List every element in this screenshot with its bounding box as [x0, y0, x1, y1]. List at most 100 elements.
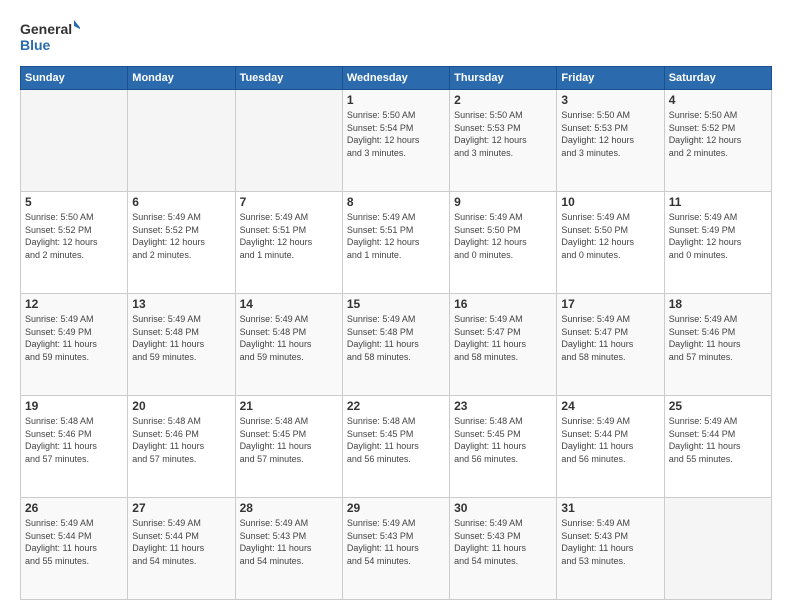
calendar-day-cell: 27 Sunrise: 5:49 AM Sunset: 5:44 PM Dayli…	[128, 498, 235, 600]
calendar-week-row: 1 Sunrise: 5:50 AM Sunset: 5:54 PM Daylig…	[21, 90, 772, 192]
weekday-header-cell: Wednesday	[342, 67, 449, 90]
calendar-day-cell: 7Sunrise: 5:49 AM Sunset: 5:51 PM Daylig…	[235, 192, 342, 294]
day-number: 26	[25, 501, 123, 515]
weekday-header-row: SundayMondayTuesdayWednesdayThursdayFrid…	[21, 67, 772, 90]
calendar-day-cell: 12 Sunrise: 5:49 AM Sunset: 5:49 PM Dayli…	[21, 294, 128, 396]
day-number: 28	[240, 501, 338, 515]
day-number: 12	[25, 297, 123, 311]
weekday-header-cell: Monday	[128, 67, 235, 90]
weekday-header-cell: Saturday	[664, 67, 771, 90]
calendar-day-cell: 14 Sunrise: 5:49 AM Sunset: 5:48 PM Dayli…	[235, 294, 342, 396]
calendar-week-row: 19 Sunrise: 5:48 AM Sunset: 5:46 PM Dayli…	[21, 396, 772, 498]
calendar-week-row: 12 Sunrise: 5:49 AM Sunset: 5:49 PM Dayli…	[21, 294, 772, 396]
day-number: 18	[669, 297, 767, 311]
day-info: Sunrise: 5:48 AM Sunset: 5:45 PM Dayligh…	[347, 415, 445, 465]
weekday-header-cell: Tuesday	[235, 67, 342, 90]
calendar-day-cell: 17Sunrise: 5:49 AM Sunset: 5:47 PM Dayli…	[557, 294, 664, 396]
weekday-header-cell: Thursday	[450, 67, 557, 90]
calendar-day-cell	[664, 498, 771, 600]
day-info: Sunrise: 5:49 AM Sunset: 5:44 PM Dayligh…	[25, 517, 123, 567]
day-number: 20	[132, 399, 230, 413]
day-number: 16	[454, 297, 552, 311]
day-info: Sunrise: 5:49 AM Sunset: 5:44 PM Dayligh…	[669, 415, 767, 465]
weekday-header-cell: Friday	[557, 67, 664, 90]
day-number: 25	[669, 399, 767, 413]
day-number: 17	[561, 297, 659, 311]
day-number: 1	[347, 93, 445, 107]
calendar-day-cell: 23Sunrise: 5:48 AM Sunset: 5:45 PM Dayli…	[450, 396, 557, 498]
day-info: Sunrise: 5:48 AM Sunset: 5:45 PM Dayligh…	[240, 415, 338, 465]
day-number: 8	[347, 195, 445, 209]
day-info: Sunrise: 5:50 AM Sunset: 5:54 PM Dayligh…	[347, 109, 445, 159]
calendar-day-cell	[128, 90, 235, 192]
day-number: 22	[347, 399, 445, 413]
logo: General Blue	[20, 18, 80, 56]
calendar-day-cell: 20 Sunrise: 5:48 AM Sunset: 5:46 PM Dayli…	[128, 396, 235, 498]
page-header: General Blue	[20, 18, 772, 56]
day-info: Sunrise: 5:49 AM Sunset: 5:44 PM Dayligh…	[132, 517, 230, 567]
day-info: Sunrise: 5:49 AM Sunset: 5:52 PM Dayligh…	[132, 211, 230, 261]
calendar-day-cell: 1 Sunrise: 5:50 AM Sunset: 5:54 PM Daylig…	[342, 90, 449, 192]
day-info: Sunrise: 5:49 AM Sunset: 5:49 PM Dayligh…	[25, 313, 123, 363]
calendar-day-cell: 28 Sunrise: 5:49 AM Sunset: 5:43 PM Dayli…	[235, 498, 342, 600]
day-info: Sunrise: 5:49 AM Sunset: 5:43 PM Dayligh…	[454, 517, 552, 567]
calendar-day-cell: 26 Sunrise: 5:49 AM Sunset: 5:44 PM Dayli…	[21, 498, 128, 600]
calendar-table: SundayMondayTuesdayWednesdayThursdayFrid…	[20, 66, 772, 600]
day-number: 21	[240, 399, 338, 413]
calendar-day-cell: 15Sunrise: 5:49 AM Sunset: 5:48 PM Dayli…	[342, 294, 449, 396]
calendar-day-cell: 4 Sunrise: 5:50 AM Sunset: 5:52 PM Daylig…	[664, 90, 771, 192]
calendar-day-cell: 24 Sunrise: 5:49 AM Sunset: 5:44 PM Dayli…	[557, 396, 664, 498]
day-info: Sunrise: 5:49 AM Sunset: 5:46 PM Dayligh…	[669, 313, 767, 363]
calendar-day-cell: 3 Sunrise: 5:50 AM Sunset: 5:53 PM Daylig…	[557, 90, 664, 192]
day-info: Sunrise: 5:49 AM Sunset: 5:44 PM Dayligh…	[561, 415, 659, 465]
day-info: Sunrise: 5:49 AM Sunset: 5:43 PM Dayligh…	[347, 517, 445, 567]
day-info: Sunrise: 5:49 AM Sunset: 5:50 PM Dayligh…	[561, 211, 659, 261]
day-info: Sunrise: 5:49 AM Sunset: 5:47 PM Dayligh…	[454, 313, 552, 363]
calendar-day-cell: 29 Sunrise: 5:49 AM Sunset: 5:43 PM Dayli…	[342, 498, 449, 600]
day-info: Sunrise: 5:48 AM Sunset: 5:46 PM Dayligh…	[132, 415, 230, 465]
calendar-day-cell: 11Sunrise: 5:49 AM Sunset: 5:49 PM Dayli…	[664, 192, 771, 294]
calendar-week-row: 26 Sunrise: 5:49 AM Sunset: 5:44 PM Dayli…	[21, 498, 772, 600]
day-number: 2	[454, 93, 552, 107]
weekday-header-cell: Sunday	[21, 67, 128, 90]
calendar-day-cell: 18 Sunrise: 5:49 AM Sunset: 5:46 PM Dayli…	[664, 294, 771, 396]
day-number: 10	[561, 195, 659, 209]
calendar-day-cell	[235, 90, 342, 192]
day-number: 4	[669, 93, 767, 107]
day-number: 24	[561, 399, 659, 413]
day-info: Sunrise: 5:50 AM Sunset: 5:53 PM Dayligh…	[561, 109, 659, 159]
calendar-day-cell: 5Sunrise: 5:50 AM Sunset: 5:52 PM Daylig…	[21, 192, 128, 294]
day-info: Sunrise: 5:49 AM Sunset: 5:48 PM Dayligh…	[240, 313, 338, 363]
day-info: Sunrise: 5:50 AM Sunset: 5:52 PM Dayligh…	[25, 211, 123, 261]
calendar-day-cell	[21, 90, 128, 192]
day-info: Sunrise: 5:49 AM Sunset: 5:43 PM Dayligh…	[240, 517, 338, 567]
day-info: Sunrise: 5:49 AM Sunset: 5:51 PM Dayligh…	[347, 211, 445, 261]
logo-svg: General Blue	[20, 18, 80, 56]
day-number: 23	[454, 399, 552, 413]
day-number: 3	[561, 93, 659, 107]
calendar-day-cell: 31Sunrise: 5:49 AM Sunset: 5:43 PM Dayli…	[557, 498, 664, 600]
day-number: 13	[132, 297, 230, 311]
day-number: 29	[347, 501, 445, 515]
calendar-day-cell: 22 Sunrise: 5:48 AM Sunset: 5:45 PM Dayli…	[342, 396, 449, 498]
day-number: 27	[132, 501, 230, 515]
day-info: Sunrise: 5:49 AM Sunset: 5:43 PM Dayligh…	[561, 517, 659, 567]
calendar-day-cell: 9Sunrise: 5:49 AM Sunset: 5:50 PM Daylig…	[450, 192, 557, 294]
day-number: 15	[347, 297, 445, 311]
day-number: 11	[669, 195, 767, 209]
day-number: 19	[25, 399, 123, 413]
day-info: Sunrise: 5:48 AM Sunset: 5:46 PM Dayligh…	[25, 415, 123, 465]
day-number: 30	[454, 501, 552, 515]
calendar-day-cell: 16 Sunrise: 5:49 AM Sunset: 5:47 PM Dayli…	[450, 294, 557, 396]
day-info: Sunrise: 5:50 AM Sunset: 5:53 PM Dayligh…	[454, 109, 552, 159]
calendar-day-cell: 8 Sunrise: 5:49 AM Sunset: 5:51 PM Daylig…	[342, 192, 449, 294]
day-info: Sunrise: 5:50 AM Sunset: 5:52 PM Dayligh…	[669, 109, 767, 159]
day-info: Sunrise: 5:49 AM Sunset: 5:48 PM Dayligh…	[132, 313, 230, 363]
day-number: 14	[240, 297, 338, 311]
calendar-day-cell: 21 Sunrise: 5:48 AM Sunset: 5:45 PM Dayli…	[235, 396, 342, 498]
day-number: 7	[240, 195, 338, 209]
calendar-day-cell: 2 Sunrise: 5:50 AM Sunset: 5:53 PM Daylig…	[450, 90, 557, 192]
day-number: 6	[132, 195, 230, 209]
svg-text:General: General	[20, 21, 72, 37]
day-number: 9	[454, 195, 552, 209]
